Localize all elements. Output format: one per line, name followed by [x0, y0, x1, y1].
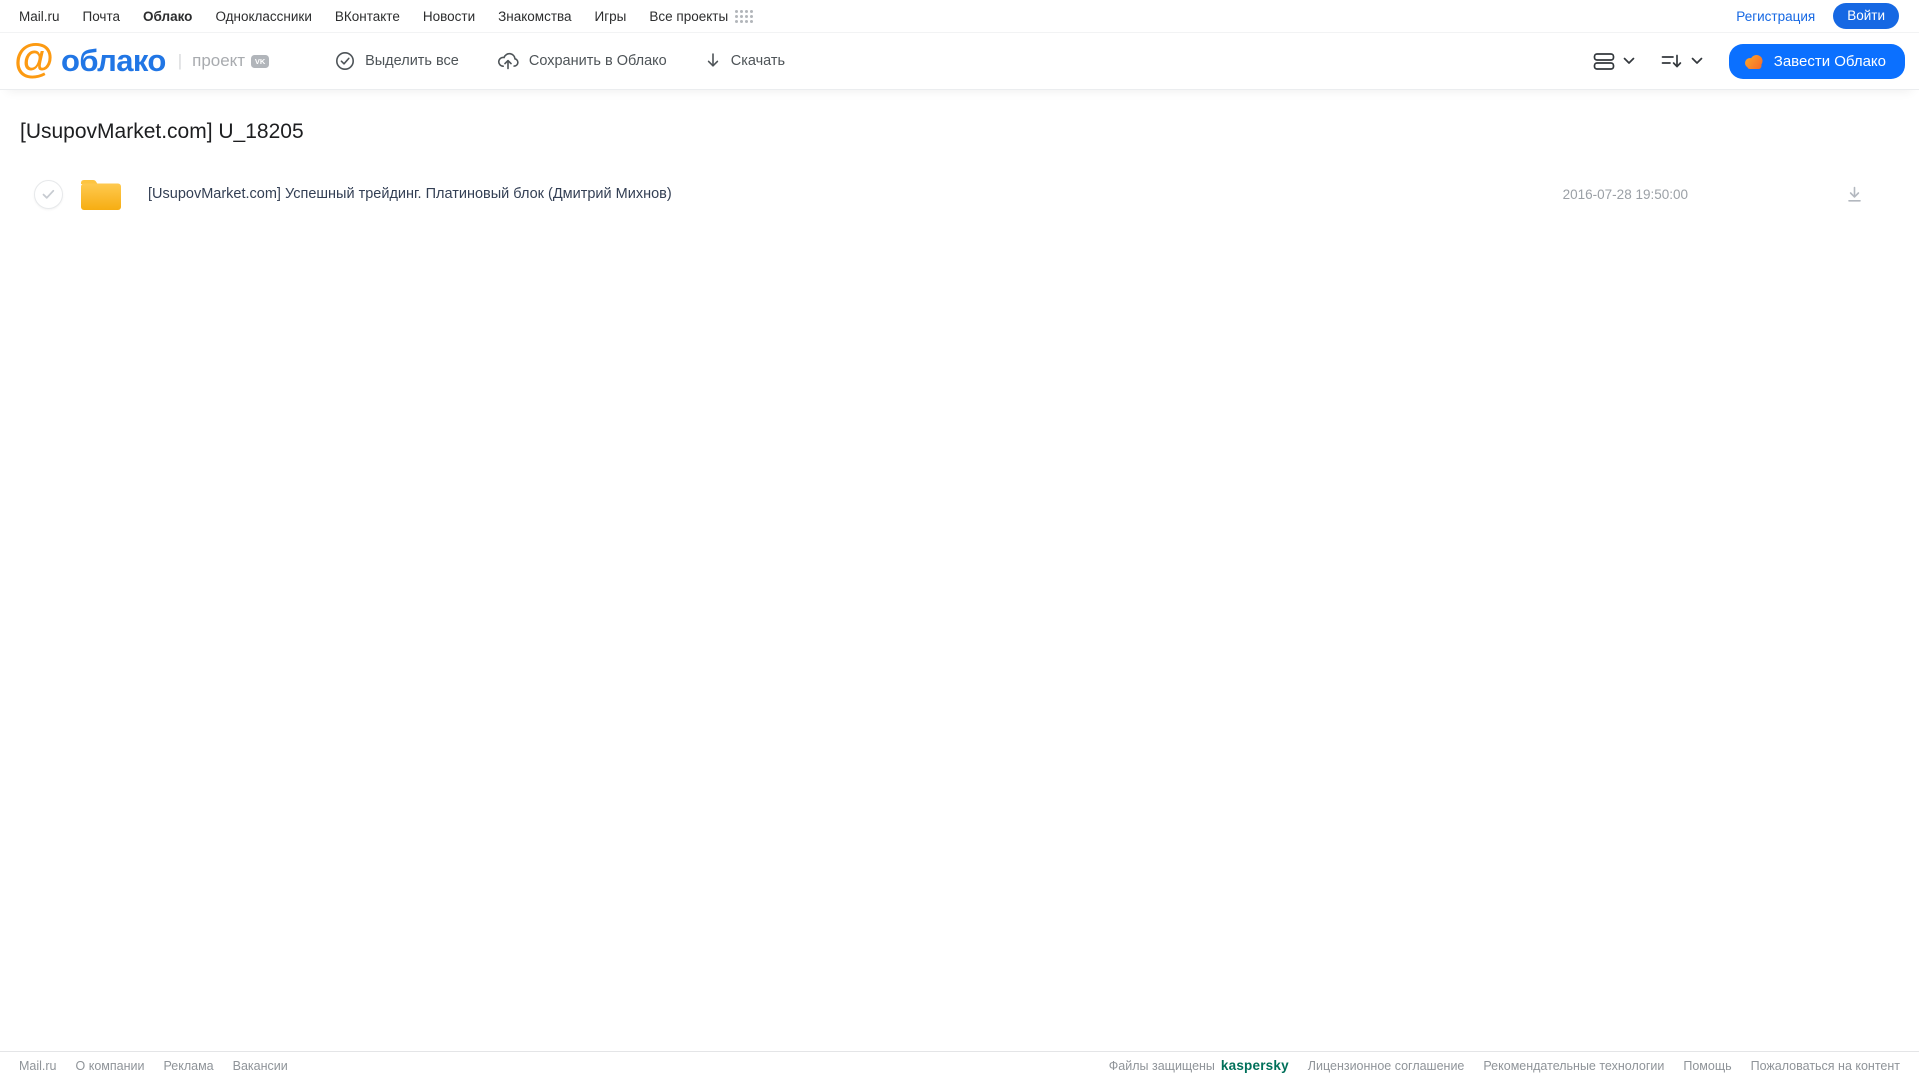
sort-dropdown[interactable]	[1661, 53, 1703, 70]
footer-report-link[interactable]: Пожаловаться на контент	[1751, 1059, 1900, 1073]
chevron-down-icon	[1691, 57, 1703, 65]
folder-icon	[80, 177, 122, 211]
nav-all-projects-label: Все проекты	[649, 8, 729, 24]
download-label: Скачать	[730, 53, 786, 69]
save-to-cloud-button[interactable]: Сохранить в Облако	[497, 51, 667, 71]
kaspersky-logo[interactable]: kaspersky	[1221, 1058, 1289, 1073]
vk-project-label: проект	[192, 51, 246, 70]
download-button[interactable]: Скачать	[705, 52, 785, 70]
footer-ads-link[interactable]: Реклама	[163, 1059, 213, 1073]
cloud-logo-text: облако	[60, 43, 166, 78]
logo-divider: |	[177, 51, 183, 70]
header-right-controls: Завести Облако	[1593, 43, 1905, 79]
main-content: [UsupovMarket.com] U_18205 [UsupovMarket…	[0, 120, 1919, 222]
file-toolbar: Выделить все Сохранить в Облако Скачать	[335, 51, 785, 71]
footer-about-link[interactable]: О компании	[76, 1059, 145, 1073]
apps-grid-icon	[735, 9, 754, 23]
nav-znakomstva[interactable]: Знакомства	[498, 9, 571, 24]
cloud-logo[interactable]: @ облако | проект VK	[14, 38, 270, 79]
file-row[interactable]: [UsupovMarket.com] Успешный трейдинг. Пл…	[20, 166, 1899, 222]
create-cloud-button[interactable]: Завести Облако	[1728, 43, 1905, 79]
save-to-cloud-label: Сохранить в Облако	[528, 53, 667, 69]
sort-icon	[1661, 53, 1683, 70]
footer-left-links: Mail.ru О компании Реклама Вакансии	[19, 1059, 288, 1073]
footer-jobs-link[interactable]: Вакансии	[233, 1059, 288, 1073]
footer-help-link[interactable]: Помощь	[1683, 1059, 1731, 1073]
select-all-label: Выделить все	[365, 53, 459, 69]
footer-right-links: Файлы защищены kaspersky Лицензионное со…	[1109, 1058, 1900, 1073]
download-arrow-icon	[705, 52, 721, 70]
footer-license-link[interactable]: Лицензионное соглашение	[1308, 1059, 1465, 1073]
file-name-link[interactable]: [UsupovMarket.com] Успешный трейдинг. Пл…	[148, 186, 672, 202]
header-bar: @ облако | проект VK Выделить все Сохран…	[0, 33, 1919, 90]
check-circle-icon	[335, 51, 355, 71]
protected-label: Файлы защищены	[1108, 1059, 1215, 1073]
view-list-icon	[1593, 52, 1615, 71]
file-date: 2016-07-28 19:50:00	[1562, 186, 1688, 202]
page-title: [UsupovMarket.com] U_18205	[20, 120, 304, 143]
select-all-button[interactable]: Выделить все	[335, 51, 459, 71]
row-download-icon[interactable]	[1846, 186, 1863, 203]
login-button[interactable]: Войти	[1833, 3, 1899, 29]
registration-link[interactable]: Регистрация	[1736, 9, 1815, 24]
nav-pochta[interactable]: Почта	[83, 9, 121, 24]
mailru-at-icon: @	[14, 35, 54, 81]
cloud-icon	[1743, 53, 1764, 70]
portal-nav-right: Регистрация Войти	[1736, 3, 1899, 29]
nav-igry[interactable]: Игры	[595, 9, 627, 24]
footer-bar: Mail.ru О компании Реклама Вакансии Файл…	[0, 1051, 1919, 1079]
row-checkbox[interactable]	[34, 179, 63, 209]
cloud-upload-icon	[497, 51, 519, 71]
nav-mailru[interactable]: Mail.ru	[19, 9, 60, 24]
create-cloud-label: Завести Облако	[1773, 52, 1886, 70]
chevron-down-icon	[1623, 57, 1635, 65]
footer-recommendations-link[interactable]: Рекомендательные технологии	[1483, 1059, 1664, 1073]
nav-oblako[interactable]: Облако	[143, 9, 192, 24]
nav-odnoklassniki[interactable]: Одноклассники	[215, 9, 311, 24]
footer-mailru-link[interactable]: Mail.ru	[19, 1059, 57, 1073]
nav-novosti[interactable]: Новости	[423, 9, 475, 24]
vk-icon: VK	[251, 54, 270, 68]
view-mode-dropdown[interactable]	[1593, 52, 1635, 71]
kaspersky-protection: Файлы защищены kaspersky	[1109, 1058, 1289, 1073]
portal-nav: Mail.ru Почта Облако Одноклассники ВКонт…	[0, 0, 1919, 33]
nav-all-projects[interactable]: Все проекты	[649, 8, 754, 24]
nav-vkontakte[interactable]: ВКонтакте	[335, 9, 400, 24]
